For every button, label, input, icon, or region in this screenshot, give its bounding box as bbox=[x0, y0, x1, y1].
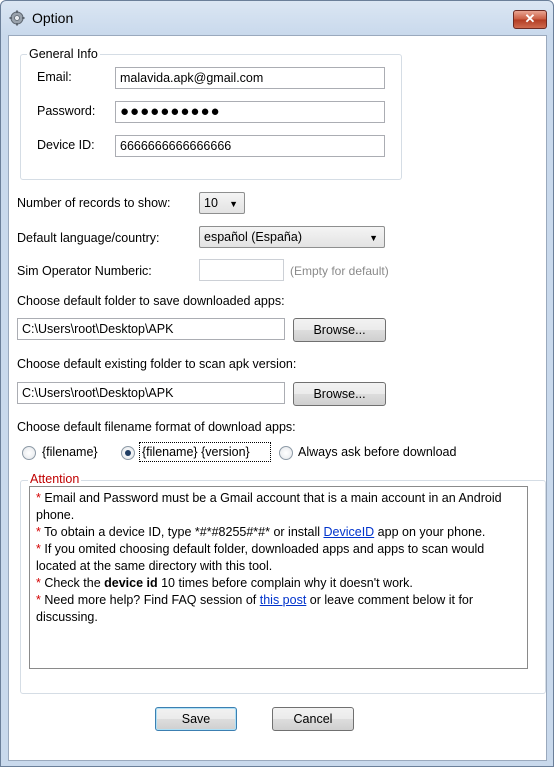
attention-line: * If you omited choosing default folder,… bbox=[36, 541, 521, 575]
attention-text: Need more help? Find FAQ session of bbox=[44, 593, 260, 607]
cancel-button[interactable]: Cancel bbox=[272, 707, 354, 731]
language-label: Default language/country: bbox=[17, 231, 160, 245]
attention-text: Check the bbox=[44, 576, 105, 590]
window-title: Option bbox=[32, 10, 74, 26]
title-bar[interactable]: Option ✕ bbox=[1, 1, 553, 35]
attention-text: app on your phone. bbox=[374, 525, 486, 539]
device-id-label: Device ID: bbox=[37, 138, 95, 152]
this-post-link[interactable]: this post bbox=[260, 593, 307, 607]
radio-filename-version-label[interactable]: {filename} {version} bbox=[142, 445, 250, 459]
attention-text: 10 times before complain why it doesn't … bbox=[157, 576, 413, 590]
close-icon: ✕ bbox=[524, 11, 536, 26]
chevron-down-icon: ▼ bbox=[369, 233, 378, 243]
download-folder-field[interactable]: C:\Users\root\Desktop\APK bbox=[17, 318, 285, 340]
language-select[interactable]: español (España) ▼ bbox=[199, 226, 385, 248]
gear-icon bbox=[9, 10, 25, 26]
attention-line: * Email and Password must be a Gmail acc… bbox=[36, 490, 521, 524]
download-folder-label: Choose default folder to save downloaded… bbox=[17, 294, 285, 308]
attention-text-box[interactable]: * Email and Password must be a Gmail acc… bbox=[29, 486, 528, 669]
bullet-star: * bbox=[36, 576, 41, 590]
records-label: Number of records to show: bbox=[17, 196, 171, 210]
password-field[interactable]: ●●●●●●●●●● bbox=[115, 101, 385, 123]
deviceid-link[interactable]: DeviceID bbox=[323, 525, 374, 539]
bullet-star: * bbox=[36, 593, 41, 607]
attention-line: * To obtain a device ID, type *#*#8255#*… bbox=[36, 524, 521, 541]
sim-operator-field[interactable] bbox=[199, 259, 284, 281]
chevron-down-icon: ▼ bbox=[229, 199, 238, 209]
email-label: Email: bbox=[37, 70, 72, 84]
records-select[interactable]: 10 ▼ bbox=[199, 192, 245, 214]
scan-folder-field[interactable]: C:\Users\root\Desktop\APK bbox=[17, 382, 285, 404]
attention-bold-text: device id bbox=[104, 576, 158, 590]
attention-legend: Attention bbox=[28, 472, 82, 486]
sim-operator-label: Sim Operator Numberic: bbox=[17, 264, 152, 278]
language-value: español (España) bbox=[204, 230, 302, 244]
attention-text: Email and Password must be a Gmail accou… bbox=[36, 491, 502, 522]
password-label: Password: bbox=[37, 104, 96, 118]
close-button[interactable]: ✕ bbox=[513, 10, 547, 29]
attention-line: * Check the device id 10 times before co… bbox=[36, 575, 521, 592]
radio-always-ask-label[interactable]: Always ask before download bbox=[298, 445, 456, 459]
radio-filename-label[interactable]: {filename} bbox=[42, 445, 98, 459]
save-button[interactable]: Save bbox=[155, 707, 237, 731]
bullet-star: * bbox=[36, 491, 41, 505]
radio-filename-version[interactable] bbox=[121, 446, 135, 460]
email-field[interactable]: malavida.apk@gmail.com bbox=[115, 67, 385, 89]
download-folder-browse-button[interactable]: Browse... bbox=[293, 318, 386, 342]
filename-format-label: Choose default filename format of downlo… bbox=[17, 420, 296, 434]
radio-always-ask[interactable] bbox=[279, 446, 293, 460]
sim-operator-hint: (Empty for default) bbox=[290, 264, 389, 278]
bullet-star: * bbox=[36, 525, 41, 539]
scan-folder-label: Choose default existing folder to scan a… bbox=[17, 357, 297, 371]
scan-folder-browse-button[interactable]: Browse... bbox=[293, 382, 386, 406]
radio-filename[interactable] bbox=[22, 446, 36, 460]
attention-text: If you omited choosing default folder, d… bbox=[36, 542, 485, 573]
device-id-field[interactable]: 6666666666666666 bbox=[115, 135, 385, 157]
general-info-legend: General Info bbox=[27, 47, 100, 61]
attention-text: To obtain a device ID, type *#*#8255#*#*… bbox=[44, 525, 324, 539]
bullet-star: * bbox=[36, 542, 41, 556]
attention-line: * Need more help? Find FAQ session of th… bbox=[36, 592, 521, 626]
records-value: 10 bbox=[204, 196, 218, 210]
